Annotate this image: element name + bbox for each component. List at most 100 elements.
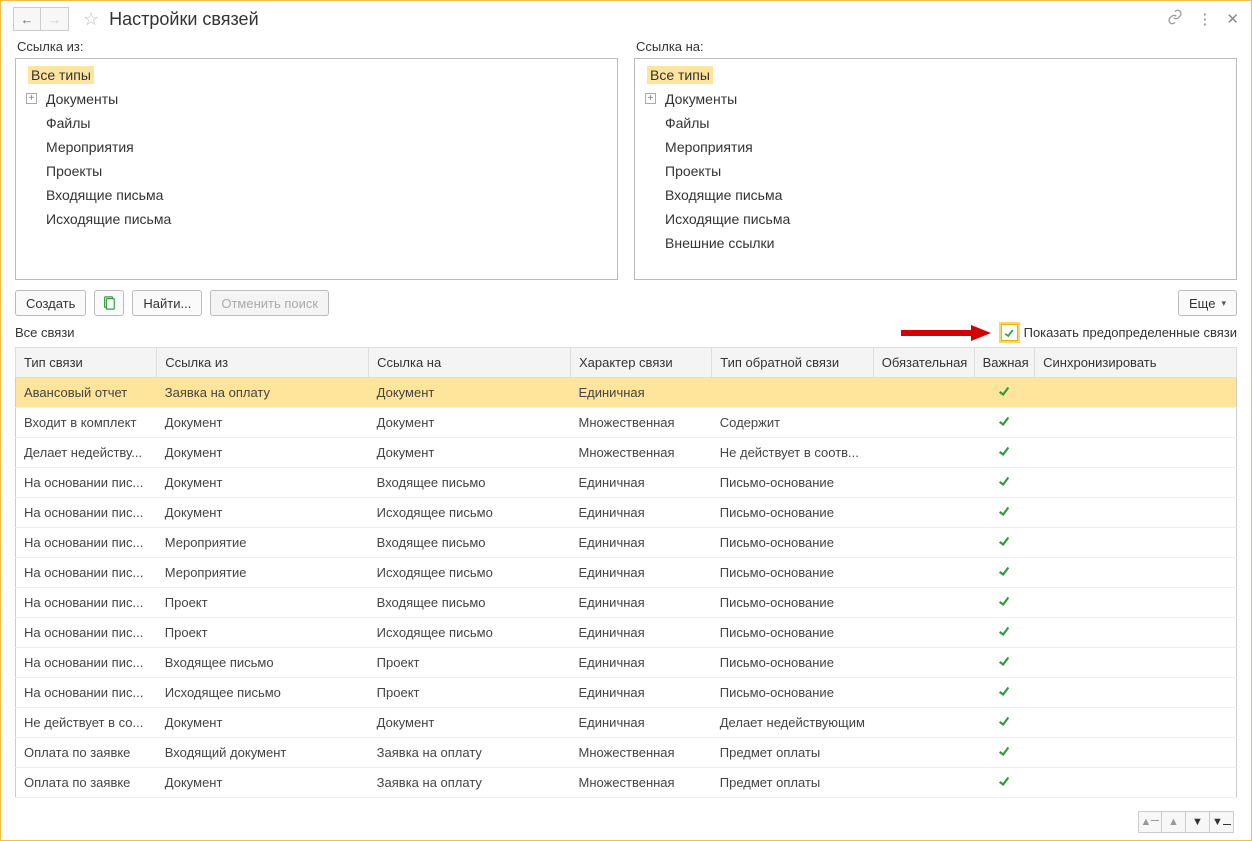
column-header[interactable]: Ссылка на bbox=[369, 348, 571, 378]
table-cell: Оплата по заявке bbox=[16, 738, 157, 768]
table-cell bbox=[974, 528, 1035, 558]
table-cell: Оплата по заявке bbox=[16, 768, 157, 798]
table-cell: Письмо-основание bbox=[712, 618, 873, 648]
table-cell bbox=[873, 708, 974, 738]
tree-item[interactable]: Мероприятия bbox=[18, 135, 615, 159]
close-icon[interactable]: ✕ bbox=[1226, 10, 1239, 28]
nav-back-button[interactable]: ← bbox=[13, 7, 41, 31]
tree-item[interactable]: +Документы bbox=[637, 87, 1234, 111]
table-cell: Документ bbox=[369, 708, 571, 738]
left-tree[interactable]: Все типы +Документы Файлы Мероприятия Пр… bbox=[15, 58, 618, 280]
table-cell bbox=[974, 498, 1035, 528]
table-section-title: Все связи bbox=[15, 325, 75, 340]
table-cell bbox=[974, 408, 1035, 438]
table-cell: Входящее письмо bbox=[157, 648, 369, 678]
table-cell bbox=[974, 588, 1035, 618]
links-table[interactable]: Тип связиСсылка изСсылка наХарактер связ… bbox=[15, 347, 1237, 798]
table-cell: Документ bbox=[157, 498, 369, 528]
column-header[interactable]: Обязательная bbox=[873, 348, 974, 378]
table-cell bbox=[1035, 678, 1237, 708]
table-cell bbox=[1035, 468, 1237, 498]
right-tree[interactable]: Все типы +Документы Файлы Мероприятия Пр… bbox=[634, 58, 1237, 280]
tree-item[interactable]: Проекты bbox=[18, 159, 615, 183]
table-cell: Проект bbox=[157, 588, 369, 618]
table-row[interactable]: Авансовый отчетЗаявка на оплатуДокументЕ… bbox=[16, 378, 1237, 408]
table-row[interactable]: На основании пис...ДокументВходящее пись… bbox=[16, 468, 1237, 498]
table-row[interactable]: На основании пис...МероприятиеИсходящее … bbox=[16, 558, 1237, 588]
column-header[interactable]: Характер связи bbox=[570, 348, 711, 378]
tree-item[interactable]: Исходящие письма bbox=[18, 207, 615, 231]
table-row[interactable]: Делает недейству...ДокументДокументМноже… bbox=[16, 438, 1237, 468]
table-cell: Единичная bbox=[570, 558, 711, 588]
table-cell: Не действует в соотв... bbox=[712, 438, 873, 468]
table-cell bbox=[873, 378, 974, 408]
table-cell: Мероприятие bbox=[157, 528, 369, 558]
table-row[interactable]: Входит в комплектДокументДокументМножест… bbox=[16, 408, 1237, 438]
create-button[interactable]: Создать bbox=[15, 290, 86, 316]
favorite-star-icon[interactable]: ☆ bbox=[83, 9, 99, 30]
table-cell: Входящий документ bbox=[157, 738, 369, 768]
table-row[interactable]: На основании пис...Исходящее письмоПроек… bbox=[16, 678, 1237, 708]
table-cell: Проект bbox=[369, 648, 571, 678]
table-cell bbox=[873, 528, 974, 558]
table-cell: Проект bbox=[369, 678, 571, 708]
table-cell: Предмет оплаты bbox=[712, 768, 873, 798]
tree-item[interactable]: Мероприятия bbox=[637, 135, 1234, 159]
tree-item[interactable]: Входящие письма bbox=[637, 183, 1234, 207]
table-cell: Множественная bbox=[570, 438, 711, 468]
tree-item[interactable]: Файлы bbox=[18, 111, 615, 135]
more-button[interactable]: Еще▾ bbox=[1178, 290, 1237, 316]
table-row[interactable]: Оплата по заявкеДокументЗаявка на оплату… bbox=[16, 768, 1237, 798]
nav-up-button[interactable]: ▲ bbox=[1162, 811, 1186, 833]
table-cell bbox=[873, 768, 974, 798]
table-row[interactable]: Оплата по заявкеВходящий документЗаявка … bbox=[16, 738, 1237, 768]
table-cell bbox=[1035, 648, 1237, 678]
table-cell bbox=[974, 378, 1035, 408]
table-cell bbox=[873, 558, 974, 588]
table-cell: Исходящее письмо bbox=[369, 618, 571, 648]
copy-button[interactable] bbox=[94, 290, 124, 316]
table-cell bbox=[974, 768, 1035, 798]
table-cell bbox=[873, 618, 974, 648]
table-cell: Документ bbox=[157, 708, 369, 738]
table-cell: Письмо-основание bbox=[712, 558, 873, 588]
table-cell bbox=[1035, 528, 1237, 558]
column-header[interactable]: Тип связи bbox=[16, 348, 157, 378]
table-row[interactable]: На основании пис...ПроектИсходящее письм… bbox=[16, 618, 1237, 648]
show-predefined-checkbox[interactable] bbox=[1001, 324, 1018, 341]
tree-item[interactable]: Проекты bbox=[637, 159, 1234, 183]
table-cell bbox=[974, 708, 1035, 738]
table-cell: Единичная bbox=[570, 708, 711, 738]
table-cell: Документ bbox=[157, 438, 369, 468]
tree-item[interactable]: Исходящие письма bbox=[637, 207, 1234, 231]
tree-item[interactable]: +Документы bbox=[18, 87, 615, 111]
expand-icon[interactable]: + bbox=[26, 93, 37, 104]
table-cell bbox=[974, 468, 1035, 498]
find-button[interactable]: Найти... bbox=[132, 290, 202, 316]
link-icon[interactable] bbox=[1167, 9, 1183, 29]
table-cell: Входящее письмо bbox=[369, 468, 571, 498]
column-header[interactable]: Ссылка из bbox=[157, 348, 369, 378]
tree-item[interactable]: Все типы bbox=[18, 63, 615, 87]
tree-item[interactable]: Внешние ссылки bbox=[637, 231, 1234, 255]
table-row[interactable]: На основании пис...ДокументИсходящее пис… bbox=[16, 498, 1237, 528]
tree-item[interactable]: Все типы bbox=[637, 63, 1234, 87]
column-header[interactable]: Тип обратной связи bbox=[712, 348, 873, 378]
table-row[interactable]: На основании пис...ПроектВходящее письмо… bbox=[16, 588, 1237, 618]
table-row[interactable]: Не действует в со...ДокументДокументЕдин… bbox=[16, 708, 1237, 738]
nav-forward-button[interactable]: → bbox=[41, 7, 69, 31]
table-cell bbox=[873, 408, 974, 438]
table-cell: Документ bbox=[157, 408, 369, 438]
table-cell: Письмо-основание bbox=[712, 678, 873, 708]
nav-down-button[interactable]: ▼ bbox=[1186, 811, 1210, 833]
tree-item[interactable]: Входящие письма bbox=[18, 183, 615, 207]
tree-item[interactable]: Файлы bbox=[637, 111, 1234, 135]
nav-first-button[interactable]: ▲ bbox=[1138, 811, 1162, 833]
expand-icon[interactable]: + bbox=[645, 93, 656, 104]
nav-last-button[interactable]: ▼ bbox=[1210, 811, 1234, 833]
kebab-menu-icon[interactable]: ⋮ bbox=[1197, 10, 1212, 28]
column-header[interactable]: Синхронизировать bbox=[1035, 348, 1237, 378]
table-row[interactable]: На основании пис...МероприятиеВходящее п… bbox=[16, 528, 1237, 558]
column-header[interactable]: Важная bbox=[974, 348, 1035, 378]
table-row[interactable]: На основании пис...Входящее письмоПроект… bbox=[16, 648, 1237, 678]
